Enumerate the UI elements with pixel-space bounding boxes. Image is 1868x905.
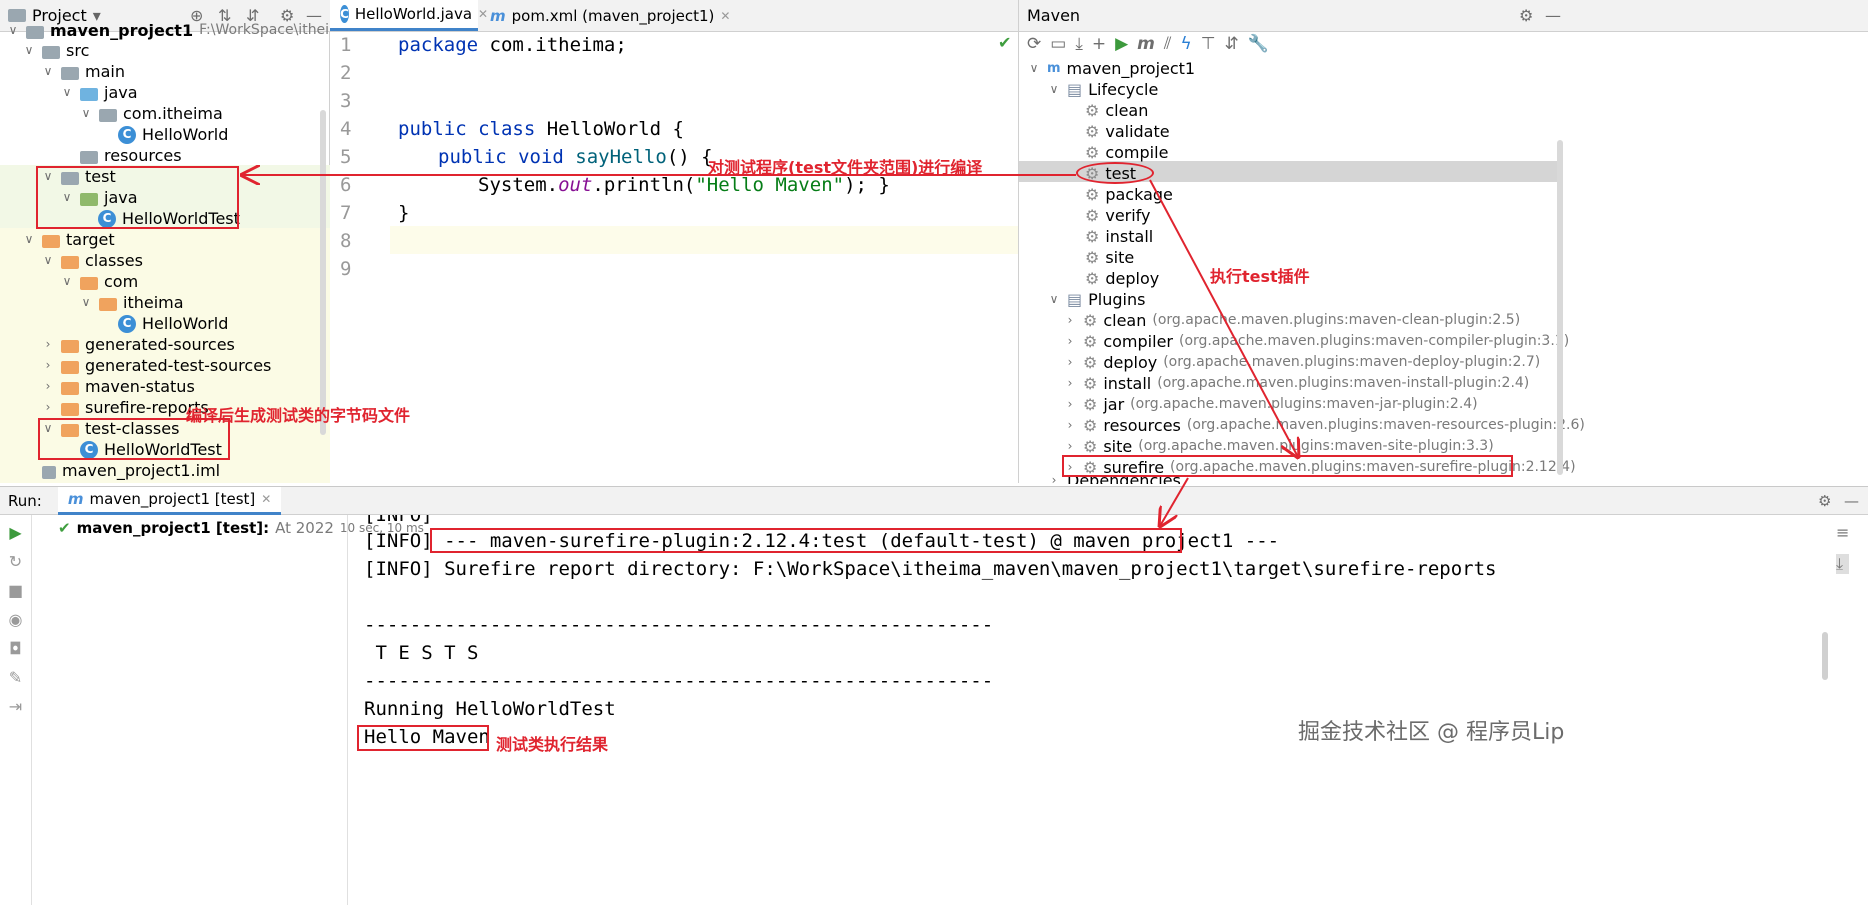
annotation-bytecode: 编译后生成测试类的字节码文件 xyxy=(186,406,411,425)
annotation-exec-plugin: 执行test插件 xyxy=(1210,267,1310,286)
watermark: 掘金技术社区 @ 程序员Lip xyxy=(1298,720,1565,745)
arrow-test-to-surefire xyxy=(1149,179,1298,457)
annotation-result: 测试类执行结果 xyxy=(496,735,609,754)
annotation-arrows xyxy=(0,0,1868,905)
annotation-compile-test: 对测试程序(test文件夹范围)进行编译 xyxy=(708,158,983,177)
arrow-surefire-to-console xyxy=(1160,477,1189,526)
